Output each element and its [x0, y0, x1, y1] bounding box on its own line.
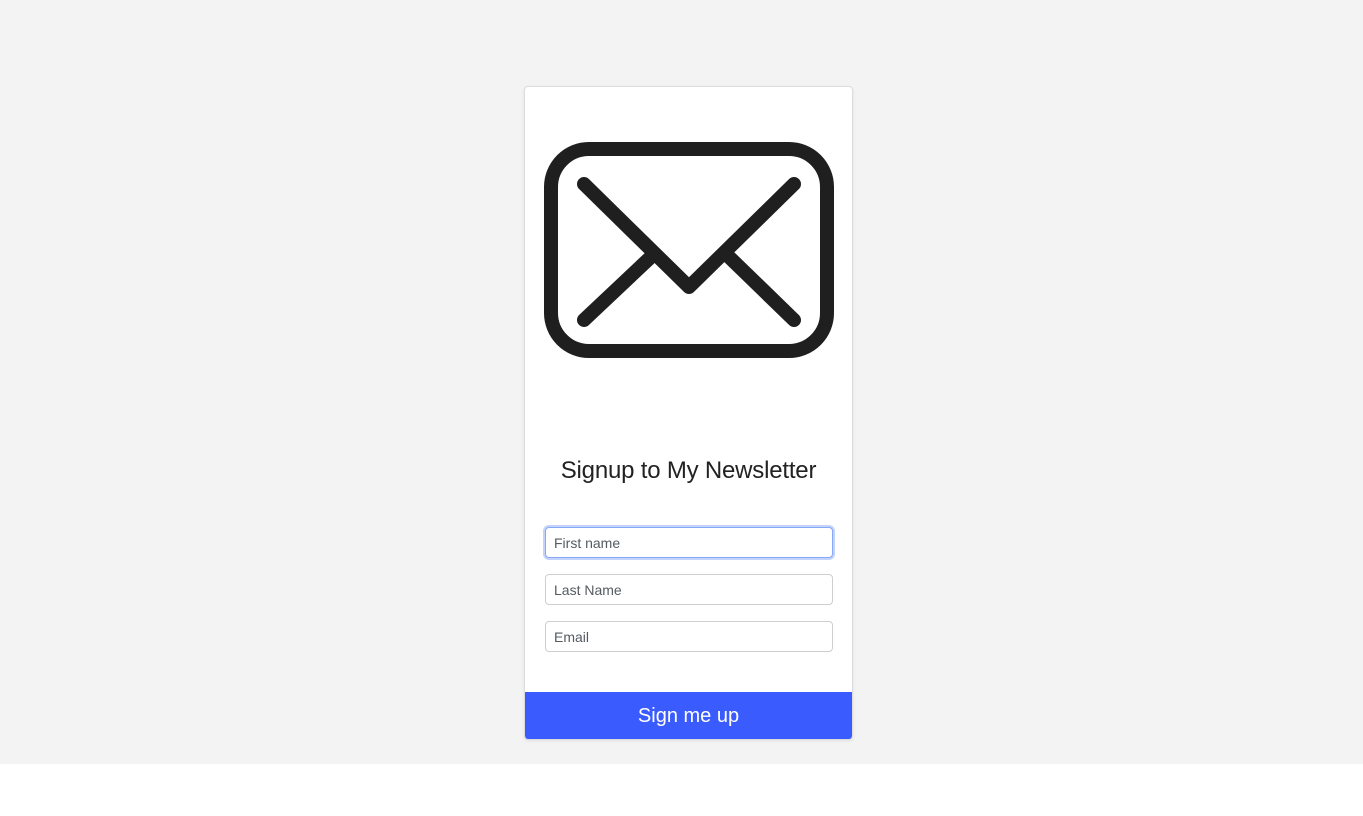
sign-me-up-button[interactable]: Sign me up [525, 692, 852, 739]
first-name-input[interactable] [545, 527, 833, 558]
email-input[interactable] [545, 621, 833, 652]
page-title: Signup to My Newsletter [560, 457, 817, 484]
signup-card: Signup to My Newsletter Sign me up [524, 86, 853, 740]
envelope-icon [544, 142, 834, 358]
last-name-input[interactable] [545, 574, 833, 605]
